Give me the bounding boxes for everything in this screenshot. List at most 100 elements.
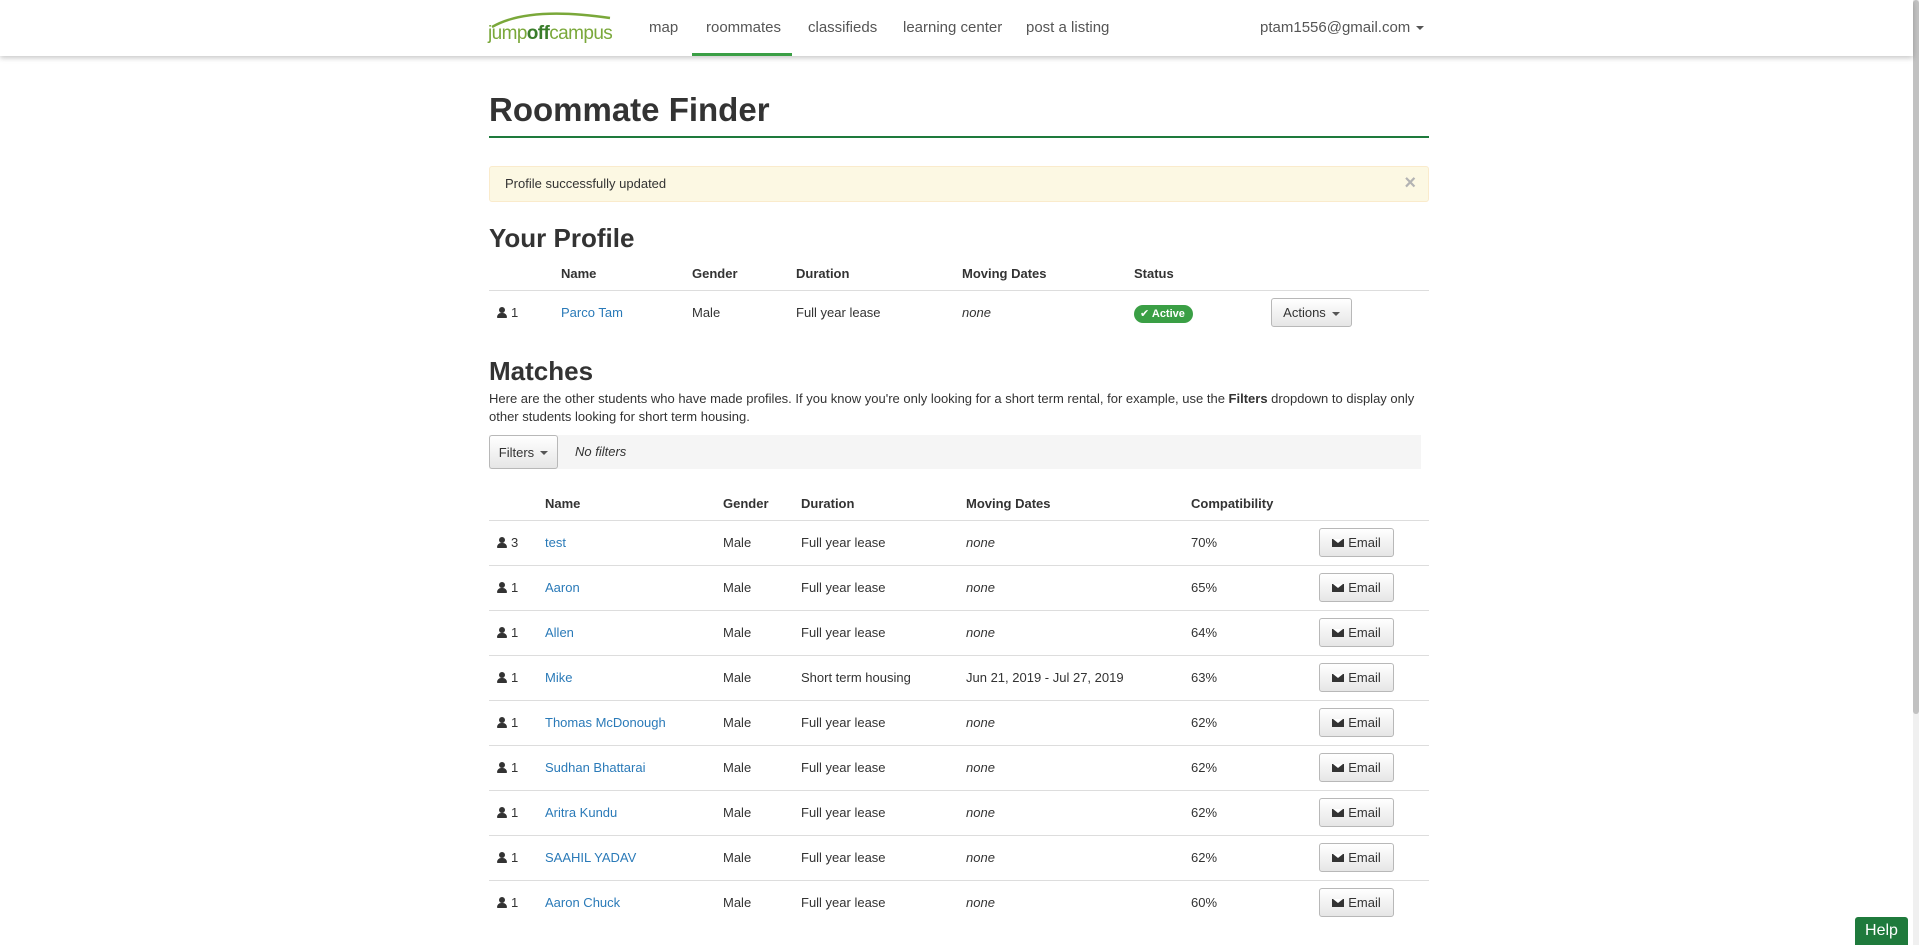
close-icon[interactable]: × — [1404, 173, 1416, 193]
envelope-icon — [1332, 629, 1345, 637]
occupant-count: 1 — [497, 566, 518, 610]
match-duration: Short term housing — [801, 670, 911, 685]
match-name-link[interactable]: Allen — [545, 611, 574, 655]
profile-table: Name Gender Duration Moving Dates Status… — [489, 264, 1429, 334]
email-button[interactable]: Email — [1319, 798, 1394, 827]
match-name-link[interactable]: Mike — [545, 656, 572, 700]
match-gender: Male — [723, 850, 752, 865]
match-name-link[interactable]: Aaron — [545, 566, 580, 610]
email-button[interactable]: Email — [1319, 663, 1394, 692]
match-moving-dates: none — [966, 805, 995, 820]
email-button[interactable]: Email — [1319, 843, 1394, 872]
occupant-count: 3 — [497, 521, 518, 565]
match-duration: Full year lease — [801, 850, 886, 865]
column-header-name: Name — [545, 496, 581, 511]
user-email: ptam1556@gmail.com — [1260, 19, 1411, 36]
user-account-menu[interactable]: ptam1556@gmail.com — [1260, 0, 1425, 56]
column-header-moving-dates: Moving Dates — [966, 496, 1051, 511]
match-gender: Male — [723, 670, 752, 685]
email-button[interactable]: Email — [1319, 708, 1394, 737]
email-button[interactable]: Email — [1319, 753, 1394, 782]
nav-item-post-a-listing[interactable]: post a listing — [1026, 0, 1109, 56]
profile-name-link[interactable]: Parco Tam — [561, 291, 623, 335]
match-duration: Full year lease — [801, 805, 886, 820]
match-compatibility: 62% — [1191, 715, 1218, 730]
status-badge: ✔ Active — [1134, 304, 1193, 323]
status-cell: ✔ Active — [1134, 291, 1193, 335]
match-name-link[interactable]: Sudhan Bhattarai — [545, 746, 645, 790]
table-row: 3 test Male Full year lease none 70% Ema… — [489, 520, 1429, 565]
email-button[interactable]: Email — [1319, 528, 1394, 557]
brand-wordmark: jumpoffcampus — [488, 23, 613, 44]
user-icon — [497, 307, 507, 318]
occupant-count: 1 — [497, 611, 518, 655]
match-compatibility: 60% — [1191, 895, 1218, 910]
table-row: 1 Aritra Kundu Male Full year lease none… — [489, 790, 1429, 835]
scrollbar-thumb[interactable] — [1913, 0, 1919, 714]
table-row: 1 Aaron Male Full year lease none 65% Em… — [489, 565, 1429, 610]
occupant-count: 1 — [497, 291, 518, 335]
caret-down-icon — [1416, 26, 1425, 31]
filters-dropdown-button[interactable]: Filters — [489, 435, 558, 469]
table-row: 1 Allen Male Full year lease none 64% Em… — [489, 610, 1429, 655]
match-gender: Male — [723, 580, 752, 595]
column-header-gender: Gender — [723, 496, 769, 511]
check-icon: ✔ — [1140, 307, 1152, 320]
alert-message: Profile successfully updated — [505, 176, 667, 191]
match-moving-dates: Jun 21, 2019 - Jul 27, 2019 — [966, 670, 1124, 685]
match-duration: Full year lease — [801, 895, 886, 910]
match-name-link[interactable]: Thomas McDonough — [545, 701, 666, 745]
envelope-icon — [1332, 539, 1345, 547]
column-header-duration: Duration — [796, 266, 850, 281]
match-compatibility: 62% — [1191, 805, 1218, 820]
match-moving-dates: none — [966, 895, 995, 910]
table-row: 1 Thomas McDonough Male Full year lease … — [489, 700, 1429, 745]
occupant-count: 1 — [497, 746, 518, 790]
match-name-link[interactable]: test — [545, 521, 566, 565]
user-icon — [497, 582, 507, 593]
table-row: 1 SAAHIL YADAV Male Full year lease none… — [489, 835, 1429, 880]
caret-down-icon — [1331, 311, 1340, 316]
email-button[interactable]: Email — [1319, 888, 1394, 917]
match-duration: Full year lease — [801, 715, 886, 730]
match-name-link[interactable]: Aaron Chuck — [545, 881, 620, 925]
matches-intro-text: Here are the other students who have mad… — [489, 391, 1415, 424]
nav-item-roommates[interactable]: roommates — [706, 0, 781, 56]
nav-item-classifieds[interactable]: classifieds — [808, 0, 877, 56]
your-profile-heading: Your Profile — [489, 223, 635, 253]
match-compatibility: 63% — [1191, 670, 1218, 685]
column-header-gender: Gender — [692, 266, 738, 281]
help-button[interactable]: Help — [1855, 917, 1908, 945]
envelope-icon — [1332, 584, 1345, 592]
column-header-status: Status — [1134, 266, 1174, 281]
user-icon — [497, 672, 507, 683]
success-alert: Profile successfully updated × — [489, 166, 1429, 202]
match-compatibility: 65% — [1191, 580, 1218, 595]
match-moving-dates: none — [966, 580, 995, 595]
match-name-link[interactable]: Aritra Kundu — [545, 791, 617, 835]
email-button[interactable]: Email — [1319, 573, 1394, 602]
user-icon — [497, 717, 507, 728]
profile-gender: Male — [692, 305, 721, 320]
nav-item-learning-center[interactable]: learning center — [903, 0, 1002, 56]
matches-table: Name Gender Duration Moving Dates Compat… — [489, 494, 1429, 945]
user-icon — [497, 852, 507, 863]
top-navbar: jumpoffcampus map roommates classifieds … — [0, 0, 1913, 56]
match-name-link[interactable]: SAAHIL YADAV — [545, 836, 636, 880]
table-row: 1 Aaron Chuck Male Full year lease none … — [489, 880, 1429, 925]
actions-dropdown-button[interactable]: Actions — [1271, 298, 1352, 327]
match-moving-dates: none — [966, 535, 995, 550]
filter-bar: Filters No filters — [489, 435, 1421, 469]
nav-item-map[interactable]: map — [649, 0, 678, 56]
match-gender: Male — [723, 625, 752, 640]
envelope-icon — [1332, 674, 1345, 682]
envelope-icon — [1332, 809, 1345, 817]
match-compatibility: 62% — [1191, 850, 1218, 865]
envelope-icon — [1332, 719, 1345, 727]
email-button[interactable]: Email — [1319, 618, 1394, 647]
occupant-count: 1 — [497, 656, 518, 700]
match-duration: Full year lease — [801, 580, 886, 595]
match-moving-dates: none — [966, 850, 995, 865]
profile-moving-dates: none — [962, 305, 991, 320]
brand-logo[interactable]: jumpoffcampus — [488, 12, 616, 46]
